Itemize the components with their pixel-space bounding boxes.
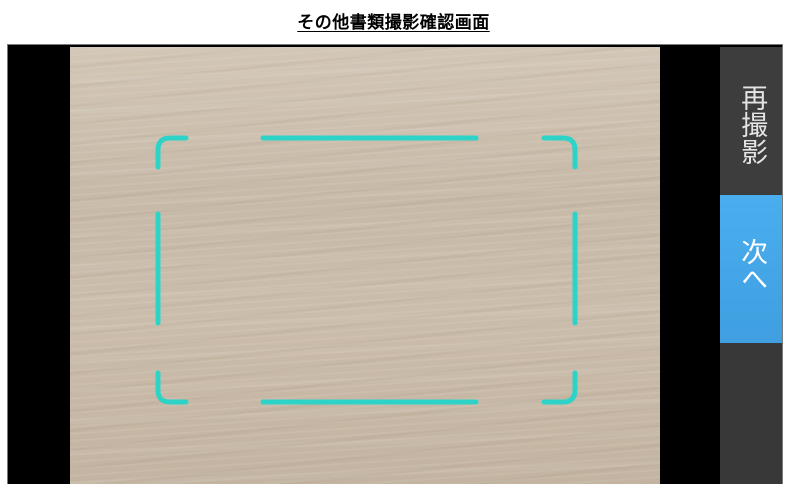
page-title: その他書類撮影確認画面 [297, 13, 490, 33]
guide-corner-top-right [541, 135, 578, 170]
retake-button[interactable]: 再撮影 [720, 47, 782, 194]
retake-button-label: 再撮影 [736, 84, 768, 165]
guide-corner-bottom-left [155, 370, 189, 405]
device-screen: 再撮影 次へ [7, 44, 783, 484]
guide-corner-top-left [155, 135, 189, 170]
camera-preview [70, 47, 660, 484]
next-button[interactable]: 次へ [720, 195, 782, 343]
guide-corner-bottom-right [541, 370, 578, 405]
side-panel-empty-area [720, 343, 782, 484]
next-button-label: 次へ [736, 238, 768, 292]
side-control-panel: 再撮影 次へ [720, 47, 782, 484]
capture-guide-frame-icon [155, 135, 578, 405]
